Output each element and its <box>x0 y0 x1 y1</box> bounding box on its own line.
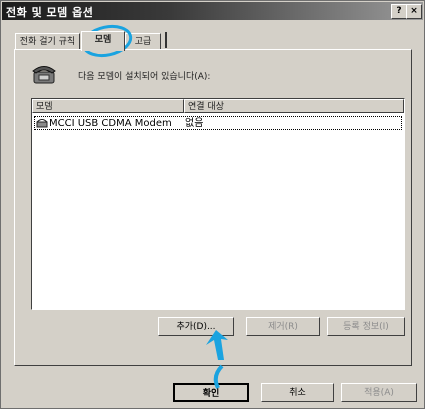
table-row[interactable]: MCCI USB CDMA Modem 없음 <box>34 116 402 130</box>
title-bar: 전화 및 모뎀 옵션 ? × <box>2 2 423 20</box>
telephone-icon <box>31 63 57 88</box>
window-title: 전화 및 모뎀 옵션 <box>6 6 94 19</box>
tab-divider <box>165 32 167 48</box>
remove-button[interactable]: 제거(R) <box>246 317 320 336</box>
modem-port: 없음 <box>185 118 204 129</box>
cancel-button[interactable]: 취소 <box>261 383 334 402</box>
add-button[interactable]: 추가(D)... <box>158 317 234 336</box>
modem-icon <box>36 117 48 132</box>
modem-name: MCCI USB CDMA Modem <box>49 118 172 129</box>
modem-list[interactable]: 모뎀 연결 대상 MCCI USB CDMA Modem 없음 <box>31 98 405 310</box>
installed-modems-label: 다음 모뎀이 설치되어 있습니다(A): <box>78 72 211 82</box>
apply-button[interactable]: 적용(A) <box>341 383 417 402</box>
tab-advanced[interactable]: 고급 <box>125 33 161 50</box>
properties-button[interactable]: 등록 정보(I) <box>327 317 405 336</box>
dialog-window: 전화 및 모뎀 옵션 ? × 전화 걸기 규칙 모뎀 고급 다음 모뎀이 설치되… <box>0 0 425 409</box>
tab-dialing-rules[interactable]: 전화 걸기 규칙 <box>15 33 80 50</box>
help-button[interactable]: ? <box>391 4 407 19</box>
tab-modems[interactable]: 모뎀 <box>81 31 125 51</box>
column-header-attached-to[interactable]: 연결 대상 <box>184 99 404 113</box>
ok-button[interactable]: 확인 <box>173 383 249 402</box>
column-header-modem[interactable]: 모뎀 <box>32 99 184 113</box>
close-button[interactable]: × <box>406 4 422 19</box>
